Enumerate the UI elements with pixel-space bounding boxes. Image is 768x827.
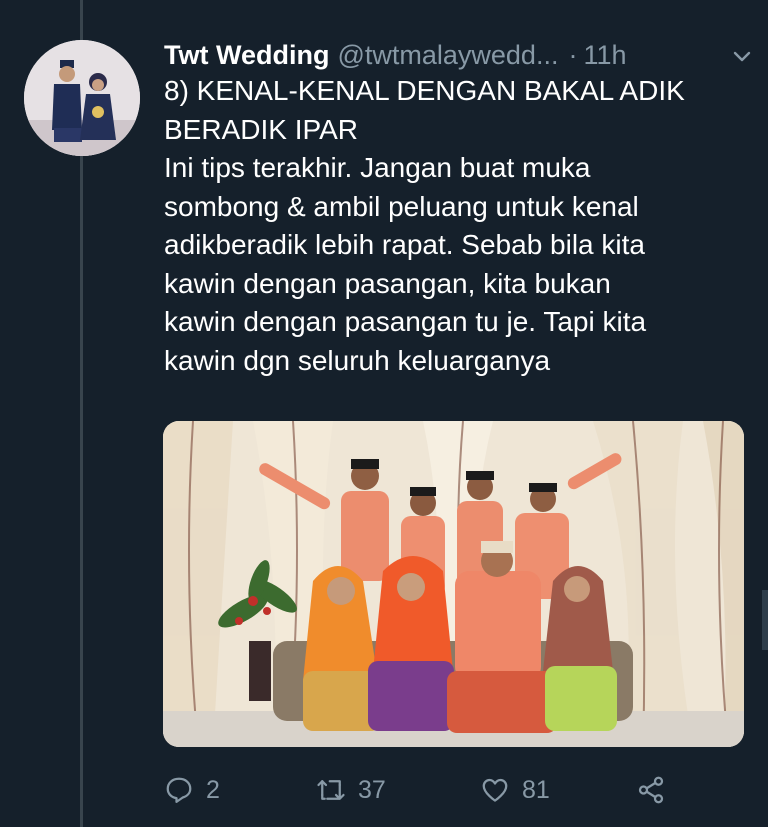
heading-line: BERADIK IPAR	[164, 113, 358, 145]
retweet-button[interactable]: 37	[316, 770, 386, 810]
avatar-image	[24, 40, 140, 156]
tweet-text: 8) KENAL-KENAL DENGAN BAKAL ADIK BERADIK…	[164, 72, 754, 380]
tweet-actions: 2 37 81	[164, 770, 724, 810]
family-photo	[163, 421, 744, 747]
author-handle[interactable]: @twtmalaywedd...	[337, 40, 558, 71]
tweet-header: Twt Wedding @twtmalaywedd... · 11h	[164, 36, 754, 74]
retweet-count: 37	[358, 775, 386, 804]
body-line: sombong & ambil peluang untuk kenal	[164, 190, 639, 222]
body-line: kawin dengan pasangan, kita bukan	[164, 267, 611, 299]
heading-line: 8) KENAL-KENAL DENGAN BAKAL ADIK	[164, 75, 685, 106]
avatar[interactable]	[24, 40, 140, 156]
like-count: 81	[522, 775, 550, 804]
timestamp[interactable]: 11h	[583, 40, 626, 71]
like-button[interactable]: 81	[480, 770, 550, 810]
retweet-icon	[317, 780, 345, 800]
body-line: kawin dgn seluruh keluarganya	[164, 344, 551, 376]
body-line: kawin dengan pasangan tu je. Tapi kita	[164, 306, 647, 337]
scrollbar[interactable]	[762, 590, 768, 650]
chevron-down-icon[interactable]	[730, 44, 754, 68]
author-name[interactable]: Twt Wedding	[164, 40, 329, 71]
share-icon	[638, 776, 664, 804]
reply-button[interactable]: 2	[164, 770, 220, 810]
share-button[interactable]	[636, 770, 666, 810]
body-line: Ini tips terakhir. Jangan buat muka	[164, 152, 591, 183]
separator: ·	[568, 39, 578, 70]
body-line: adikberadik lebih rapat. Sebab bila kita	[164, 229, 645, 260]
reply-count: 2	[206, 775, 220, 804]
tweet-photo[interactable]	[163, 421, 744, 747]
like-icon	[482, 778, 508, 802]
reply-icon	[166, 777, 192, 803]
